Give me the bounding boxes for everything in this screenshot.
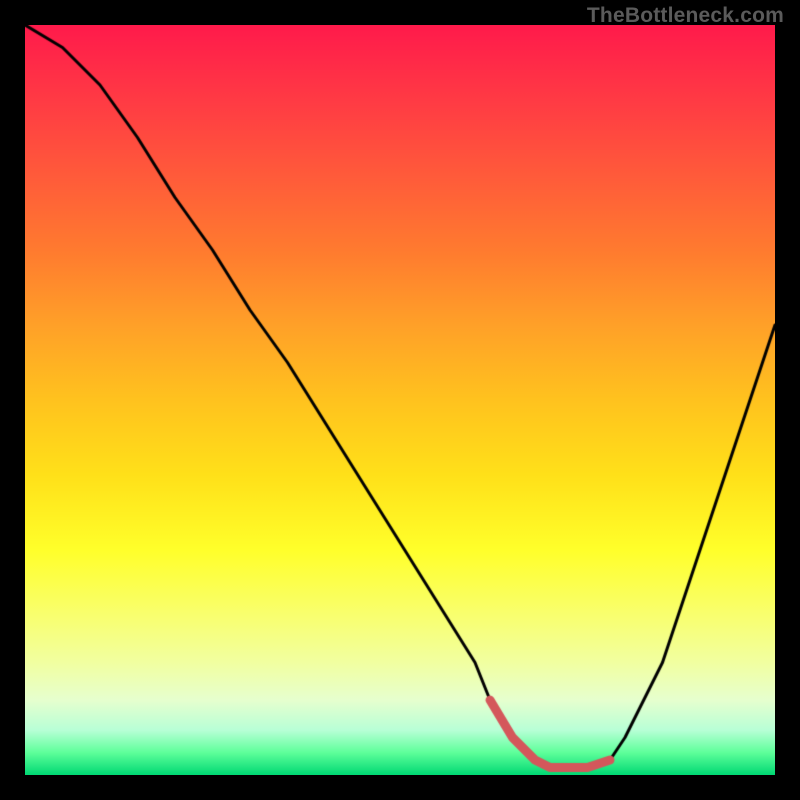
curve-canvas [25, 25, 775, 775]
gradient-plot [25, 25, 775, 775]
chart-root: TheBottleneck.com [0, 0, 800, 800]
